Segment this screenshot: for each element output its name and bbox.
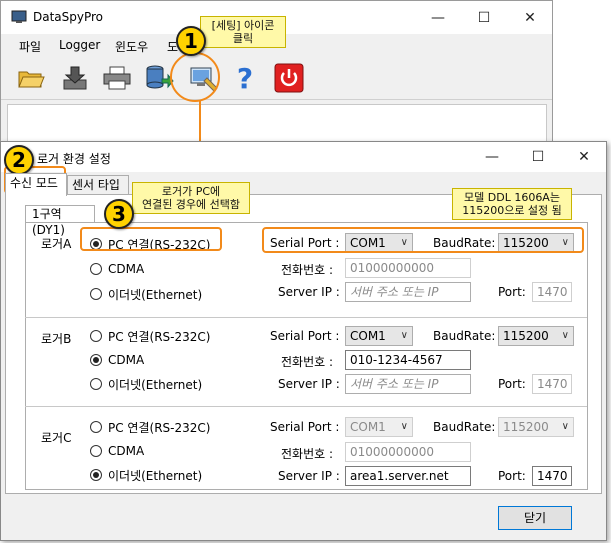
- logger-b-phone-label: 전화번호 :: [281, 355, 334, 369]
- logger-c-phone-label: 전화번호 :: [281, 447, 334, 461]
- step-badge-3: 3: [104, 199, 134, 229]
- logger-a-port-input[interactable]: 1470: [532, 282, 572, 302]
- chevron-down-icon: ∨: [561, 330, 569, 341]
- radio-circle: [90, 421, 102, 433]
- logger-b-label: 로거B: [41, 332, 72, 346]
- logger-b-port-input[interactable]: 1470: [532, 374, 572, 394]
- logger-c-server-ip-input[interactable]: area1.server.net: [345, 466, 471, 486]
- close-button[interactable]: 닫기: [498, 506, 572, 530]
- radio-circle: [90, 330, 102, 342]
- logger-c-phone-input[interactable]: 01000000000: [345, 442, 471, 462]
- logger-c-port-input[interactable]: 1470: [532, 466, 572, 486]
- logger-a-phone-label: 전화번호 :: [281, 263, 334, 277]
- minimize-button[interactable]: —: [415, 1, 461, 34]
- logger-b-radio-ethernet[interactable]: 이더넷(Ethernet): [90, 376, 202, 392]
- logger-c-label: 로거C: [41, 431, 72, 445]
- printer-icon[interactable]: [99, 61, 135, 95]
- logger-b-radio-cdma[interactable]: CDMA: [90, 352, 144, 368]
- logger-b-baudrate-select[interactable]: 115200 ∨: [498, 326, 574, 346]
- highlight-serial-settings: [262, 227, 584, 253]
- region-tab-dy1[interactable]: 1구역(DY1): [25, 205, 95, 237]
- settings-close-window-button[interactable]: ✕: [561, 142, 607, 172]
- radio-circle: [90, 378, 102, 390]
- logger-c-radio-cdma[interactable]: CDMA: [90, 443, 144, 459]
- logger-b-server-ip-label: Server IP :: [278, 377, 340, 391]
- logger-c-serial-port-select[interactable]: COM1 ∨: [345, 417, 413, 437]
- radio-circle: [90, 354, 102, 366]
- logger-b-port-label: Port:: [498, 377, 526, 391]
- logger-c-server-ip-label: Server IP :: [278, 469, 340, 483]
- radio-circle: [90, 263, 102, 275]
- tab-sensor-type[interactable]: 센서 타입: [67, 175, 129, 195]
- settings-title: 로거 환경 설정: [37, 152, 111, 166]
- radio-circle: [90, 469, 102, 481]
- menu-logger[interactable]: Logger: [59, 38, 100, 52]
- callout-settings: [세팅] 아이콘 클릭: [200, 16, 286, 48]
- callout-pc-option: 로거가 PC에 연결된 경우에 선택함: [132, 182, 250, 214]
- menu-file[interactable]: 파일: [19, 38, 41, 55]
- download-icon[interactable]: [57, 61, 93, 95]
- logger-c-serial-port-label: Serial Port :: [270, 420, 340, 434]
- logger-c-radio-ethernet[interactable]: 이더넷(Ethernet): [90, 467, 202, 483]
- main-content-area: [7, 104, 547, 144]
- logger-a-phone-input[interactable]: 01000000000: [345, 258, 471, 278]
- highlight-settings-icon: [170, 52, 220, 102]
- logger-a-server-ip-input[interactable]: 서버 주소 또는 IP: [345, 282, 471, 302]
- tab-receive-mode[interactable]: 수신 모드: [5, 173, 67, 196]
- toolbar: ?: [1, 56, 552, 100]
- chevron-down-icon: ∨: [400, 330, 408, 341]
- radio-circle: [90, 288, 102, 300]
- logger-c-port-label: Port:: [498, 469, 526, 483]
- settings-titlebar: 로거 환경 설정 — ☐ ✕: [1, 142, 606, 172]
- help-icon[interactable]: ?: [227, 61, 263, 95]
- logger-b-radio-pc[interactable]: PC 연결(RS-232C): [90, 328, 210, 344]
- app-icon: [11, 10, 27, 23]
- logger-a-port-label: Port:: [498, 285, 526, 299]
- power-icon[interactable]: [271, 61, 307, 95]
- chevron-down-icon: ∨: [400, 421, 408, 432]
- logger-c-baudrate-select[interactable]: 115200 ∨: [498, 417, 574, 437]
- step-badge-2: 2: [4, 145, 34, 175]
- logger-b-baudrate-label: BaudRate:: [433, 329, 496, 343]
- logger-c-baudrate-label: BaudRate:: [433, 420, 496, 434]
- settings-minimize-button[interactable]: —: [469, 142, 515, 172]
- main-title: DataSpyPro: [33, 10, 104, 24]
- radio-circle: [90, 445, 102, 457]
- logger-b-phone-input[interactable]: 010-1234-4567: [345, 350, 471, 370]
- logger-b-serial-port-select[interactable]: COM1 ∨: [345, 326, 413, 346]
- callout-baudrate: 모델 DDL 1606A는 115200으로 설정 됨: [452, 188, 572, 220]
- logger-a-radio-cdma[interactable]: CDMA: [90, 261, 144, 277]
- maximize-button[interactable]: ☐: [461, 1, 507, 34]
- step-badge-1: 1: [176, 26, 206, 56]
- logger-a-radio-ethernet[interactable]: 이더넷(Ethernet): [90, 286, 202, 302]
- logger-a-server-ip-label: Server IP :: [278, 285, 340, 299]
- group-divider: [25, 406, 587, 407]
- logger-a-label: 로거A: [41, 237, 72, 251]
- group-divider: [25, 317, 587, 318]
- svg-text:?: ?: [237, 63, 253, 93]
- highlight-pc-option: [80, 227, 222, 251]
- chevron-down-icon: ∨: [561, 421, 569, 432]
- logger-b-serial-port-label: Serial Port :: [270, 329, 340, 343]
- open-folder-icon[interactable]: [13, 61, 49, 95]
- close-window-button[interactable]: ✕: [507, 1, 553, 34]
- settings-maximize-button[interactable]: ☐: [515, 142, 561, 172]
- logger-c-radio-pc[interactable]: PC 연결(RS-232C): [90, 419, 210, 435]
- logger-b-server-ip-input[interactable]: 서버 주소 또는 IP: [345, 374, 471, 394]
- menu-window[interactable]: 윈도우: [115, 38, 148, 55]
